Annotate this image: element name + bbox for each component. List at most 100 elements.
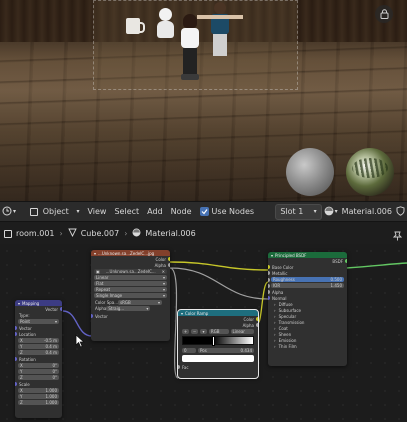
slot-dropdown[interactable]: Slot 1 ▾ — [275, 203, 322, 220]
source-dropdown[interactable]: Single Image ▾ — [94, 293, 167, 298]
node-collapse-icon: ▾ — [181, 310, 184, 316]
axis-label: X — [20, 338, 23, 343]
vector-socket[interactable] — [15, 332, 17, 336]
shader-type-dropdown[interactable]: Object ▾ — [26, 204, 84, 220]
location-x-field[interactable]: X -0.5 m — [18, 338, 59, 343]
location-z-field[interactable]: Z 0.4 m — [18, 350, 59, 355]
stop-position-field[interactable]: Pos 0.434 — [198, 347, 254, 353]
boy-figure-object[interactable] — [197, 2, 243, 56]
remove-stop-button[interactable]: − — [191, 328, 198, 334]
float-socket[interactable] — [268, 277, 270, 282]
menu-add[interactable]: Add — [143, 204, 167, 220]
scale-z-field[interactable]: Z 1.000 — [18, 400, 59, 405]
rotation-x-field[interactable]: X 0° — [18, 363, 59, 368]
panel-thin-film[interactable]: › Thin Film — [268, 343, 347, 349]
menu-view[interactable]: View — [83, 204, 110, 220]
checkbox-checked-icon — [199, 207, 209, 216]
color-mode-dropdown[interactable]: RGB — [208, 328, 229, 334]
field-value: 0.4 m — [45, 344, 57, 349]
extension-dropdown[interactable]: Repeat ▾ — [94, 287, 167, 292]
menu-select[interactable]: Select — [110, 204, 143, 220]
interpolation-dropdown[interactable]: Linear — [230, 328, 254, 334]
vector-socket[interactable] — [15, 357, 17, 361]
socket-label: Metallic — [272, 270, 288, 276]
node-collapse-icon: ▾ — [18, 300, 21, 306]
white-figure-object[interactable] — [157, 8, 174, 38]
material-browse-button[interactable]: ▾ — [322, 204, 340, 220]
menu-node[interactable]: Node — [167, 204, 196, 220]
breadcrumb-object: Cube.007 — [80, 229, 120, 238]
image-datablock-field[interactable]: ▣ ...Unknown.sa...ZedeIC... ✕ — [94, 269, 167, 274]
material-name-field[interactable]: Material.006 — [340, 204, 394, 220]
girl-figure-object[interactable] — [181, 14, 199, 80]
axis-label: X — [20, 388, 23, 393]
field-label: Roughness — [273, 277, 295, 282]
color-ramp-node[interactable]: ▾ Color Ramp Color Alpha + − ▾ RGB Linea… — [177, 309, 259, 379]
colorspace-dropdown[interactable]: sRGB ▾ — [118, 299, 163, 305]
stop-index-field[interactable]: 0 — [182, 347, 196, 353]
panel-label: Thin Film — [278, 343, 297, 349]
interpolation-dropdown[interactable]: Linear ▾ — [94, 275, 167, 280]
3d-viewport[interactable] — [0, 0, 407, 201]
fake-user-button[interactable] — [394, 204, 407, 220]
principled-bsdf-node[interactable]: ▾ Principled BSDF BSDF Base Color Metall… — [268, 252, 347, 366]
color-ramp-gradient[interactable] — [182, 336, 254, 346]
scale-y-field[interactable]: Y 1.000 — [18, 394, 59, 399]
use-nodes-toggle[interactable]: Use Nodes — [196, 204, 259, 220]
field-value: 0° — [52, 375, 57, 380]
rotation-y-field[interactable]: Y 0° — [18, 369, 59, 374]
float-socket[interactable] — [256, 323, 258, 327]
pin-icon[interactable] — [392, 226, 403, 245]
alpha-mode-dropdown[interactable]: Straig... ▾ — [106, 305, 151, 311]
alpha-output-row: Alpha — [91, 262, 170, 268]
rotation-z-field[interactable]: Z 0° — [18, 375, 59, 380]
float-socket[interactable] — [178, 365, 180, 369]
clock-icon — [2, 206, 12, 218]
cup-object[interactable] — [126, 18, 145, 34]
float-socket[interactable] — [268, 283, 270, 288]
float-socket[interactable] — [268, 271, 270, 275]
stop-color-swatch[interactable] — [182, 355, 254, 362]
ramp-menu-button[interactable]: ▾ — [200, 328, 207, 334]
color-socket[interactable] — [268, 265, 270, 269]
scale-x-field[interactable]: X 1.000 — [18, 388, 59, 393]
vector-socket[interactable] — [60, 307, 62, 311]
field-label: Pos — [200, 347, 207, 353]
breadcrumb: room.001 › Cube.007 › Material.006 — [0, 223, 407, 244]
color-socket[interactable] — [168, 257, 170, 261]
chevron-down-icon: ▾ — [13, 208, 17, 215]
vector-socket[interactable] — [91, 314, 93, 318]
field-value: 1.000 — [45, 388, 57, 393]
node-editor-canvas[interactable]: ▾ Mapping Vector Type: Point ▾ Vector Loc… — [0, 244, 407, 422]
projection-dropdown[interactable]: Flat ▾ — [94, 281, 167, 286]
vector-socket[interactable] — [15, 326, 17, 330]
add-stop-button[interactable]: + — [182, 328, 189, 334]
blender-window: ▾ Object ▾ View Select Add Node Use Node… — [0, 0, 407, 422]
float-socket[interactable] — [168, 263, 170, 267]
material-preview-sphere — [286, 148, 334, 196]
location-y-field[interactable]: Y 0.4 m — [18, 344, 59, 349]
axis-label: Y — [20, 369, 23, 374]
float-socket[interactable] — [268, 290, 270, 294]
editor-type-button[interactable]: ▾ — [0, 204, 20, 220]
axis-label: Y — [20, 394, 23, 399]
image-texture-node[interactable]: ▾ ...Unknown.sa...ZedeIC...jpg Color Alp… — [91, 250, 170, 341]
node-editor-header: ▾ Object ▾ View Select Add Node Use Node… — [0, 201, 407, 222]
vector-socket[interactable] — [15, 382, 17, 386]
chevron-right-icon: › — [274, 313, 276, 319]
vector-socket[interactable] — [268, 296, 270, 300]
color-socket[interactable] — [256, 317, 258, 321]
roughness-field[interactable]: Roughness 0.500 — [268, 277, 344, 282]
link-bsdf-to-output — [345, 262, 407, 269]
lock-icon[interactable] — [375, 5, 393, 23]
mapping-node[interactable]: ▾ Mapping Vector Type: Point ▾ Vector Loc… — [15, 300, 62, 418]
ramp-stop-handle[interactable] — [212, 336, 216, 346]
type-dropdown[interactable]: Point ▾ — [18, 319, 59, 324]
shader-socket[interactable] — [345, 259, 347, 263]
ior-field[interactable]: IOR 1.450 — [268, 283, 344, 288]
node-title: Principled BSDF — [275, 252, 307, 258]
axis-label: Y — [20, 344, 23, 349]
shield-icon — [396, 205, 405, 218]
field-value: Straig... — [108, 305, 125, 311]
scale-row: Scale — [15, 381, 62, 387]
